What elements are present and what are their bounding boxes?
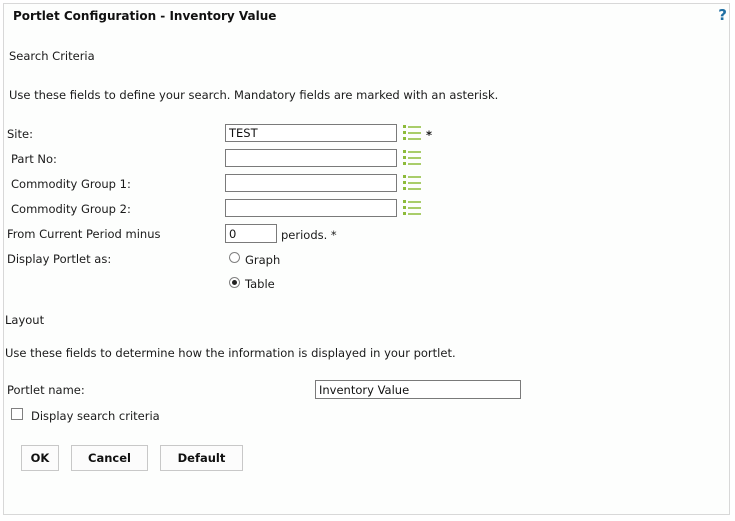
part-no-list-icon[interactable] [403,150,421,167]
graph-radio-label[interactable]: Graph [245,253,280,267]
commodity-group-2-label: Commodity Group 2: [11,202,131,216]
part-no-label: Part No: [11,152,57,166]
table-radio-label[interactable]: Table [245,277,275,291]
default-button[interactable]: Default [160,445,243,471]
display-search-criteria-label[interactable]: Display search criteria [31,409,160,423]
help-icon[interactable]: ? [718,6,727,24]
site-list-icon[interactable] [403,125,421,142]
part-no-input[interactable] [225,149,397,167]
search-criteria-heading: Search Criteria [9,49,95,63]
portlet-name-label: Portlet name: [7,383,85,397]
ok-button[interactable]: OK [21,445,59,471]
display-search-criteria-checkbox[interactable] [11,408,23,420]
site-input[interactable] [225,124,397,142]
cancel-button[interactable]: Cancel [71,445,148,471]
portlet-configuration-panel [3,3,730,515]
portlet-name-input[interactable] [315,380,521,399]
commodity-group-1-list-icon[interactable] [403,175,421,192]
layout-heading: Layout [5,313,45,327]
graph-radio[interactable] [229,252,240,263]
period-suffix: periods. * [281,228,337,242]
layout-description: Use these fields to determine how the in… [5,346,456,360]
commodity-group-2-input[interactable] [225,199,397,217]
site-label: Site: [7,127,33,141]
search-criteria-description: Use these fields to define your search. … [9,88,499,102]
period-label: From Current Period minus [7,227,161,241]
page-title: Portlet Configuration - Inventory Value [13,9,277,23]
period-input[interactable] [225,224,277,243]
commodity-group-2-list-icon[interactable] [403,200,421,217]
commodity-group-1-input[interactable] [225,174,397,192]
display-as-label: Display Portlet as: [7,252,112,266]
commodity-group-1-label: Commodity Group 1: [11,177,131,191]
table-radio[interactable] [229,277,240,288]
site-required-mark: * [426,128,433,142]
